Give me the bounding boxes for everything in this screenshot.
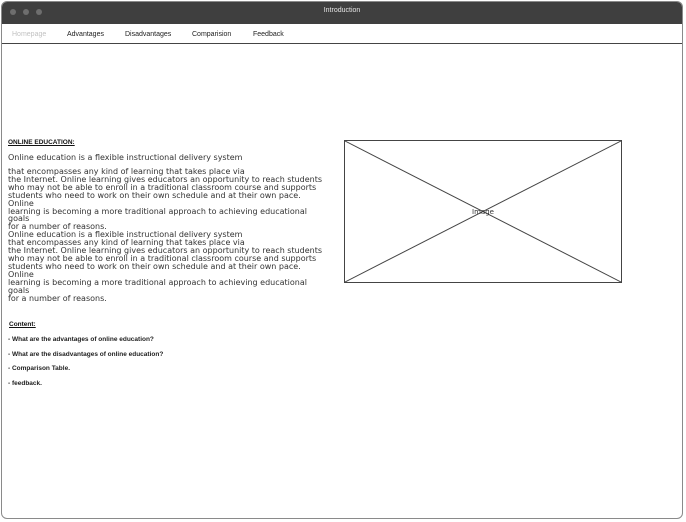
content-list: - What are the advantages of online educ… (8, 336, 163, 394)
nav-item-feedback[interactable]: Feedback (253, 31, 284, 38)
content-item-comparison-table[interactable]: - Comparison Table. (8, 365, 163, 380)
content-item-feedback[interactable]: - feedback. (8, 380, 163, 395)
nav-item-advantages[interactable]: Advantages (67, 31, 104, 38)
nav-bar: Homepage Advantages Disadvantages Compar… (2, 24, 682, 44)
content-item-advantages[interactable]: - What are the advantages of online educ… (8, 336, 163, 351)
image-label: Image (472, 208, 494, 216)
content-heading: Content: (9, 321, 36, 328)
section-heading-online-education: ONLINE EDUCATION: (8, 139, 75, 146)
nav-item-comparision[interactable]: Comparision (192, 31, 231, 38)
window-title: Introduction (323, 7, 361, 14)
intro-text: Online education is a flexible instructi… (8, 153, 243, 162)
nav-item-homepage[interactable]: Homepage (12, 31, 46, 38)
body-text: that encompasses any kind of learning th… (8, 167, 323, 303)
title-bar: Introduction (2, 2, 682, 24)
nav-item-disadvantages[interactable]: Disadvantages (125, 31, 171, 38)
image-placeholder: Image (344, 140, 622, 283)
content-item-disadvantages[interactable]: - What are the disadvantages of online e… (8, 351, 163, 366)
app-window: Introduction Homepage Advantages Disadva… (1, 1, 683, 519)
